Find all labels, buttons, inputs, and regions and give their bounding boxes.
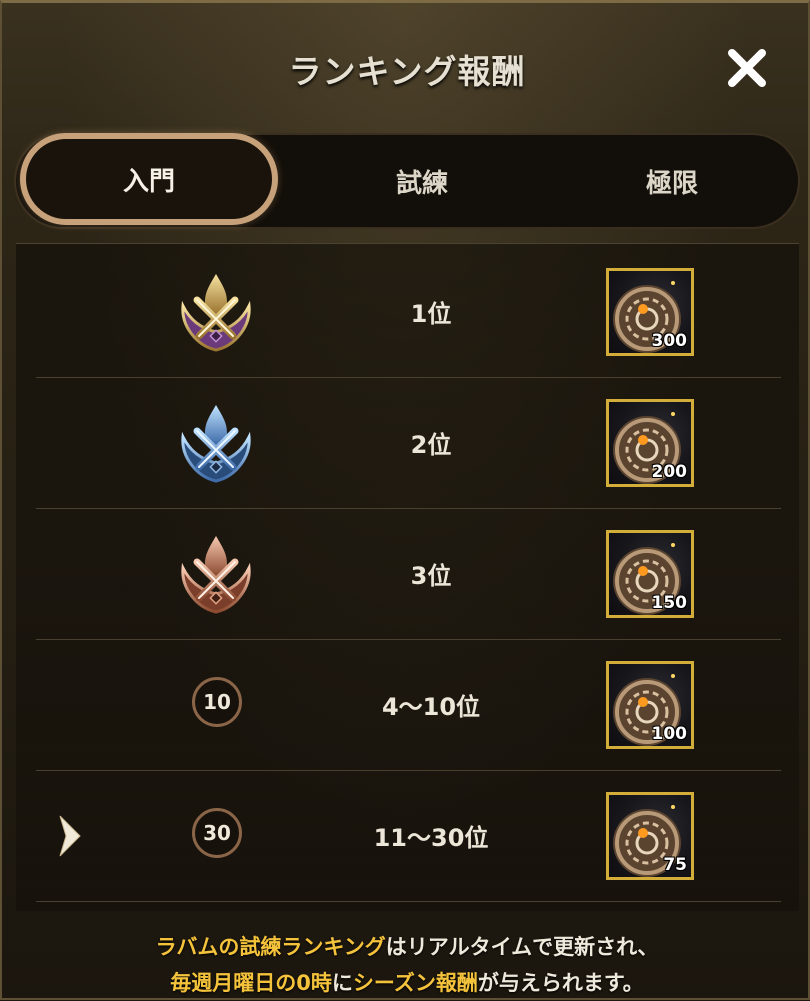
list-item: 10 4〜10位 100 [36, 639, 781, 771]
rank-badge: 10 [192, 677, 242, 727]
difficulty-tabs: 入門 試練 極限 [14, 133, 800, 229]
reward-item[interactable]: 100 [606, 661, 694, 749]
rank-label: 11〜30位 [373, 824, 489, 852]
list-item: 1位 300 [36, 246, 781, 378]
list-item: 2位 200 [36, 377, 781, 509]
reward-item[interactable]: 200 [606, 399, 694, 487]
ranking-reward-panel: ランキング報酬 入門 試練 極限 1位 300 2位 200 3位 150 10… [0, 0, 810, 1000]
reward-item[interactable]: 75 [606, 792, 694, 880]
reward-quantity: 200 [651, 462, 688, 482]
reward-quantity: 300 [651, 331, 688, 351]
rank-label: 2位 [410, 431, 452, 459]
rank-badge: 30 [192, 808, 242, 858]
notice-highlight: ラバムの試練ランキング [155, 935, 386, 959]
rank-label: 1位 [410, 300, 452, 328]
notice-highlight: 毎週月曜日の0時 [170, 971, 332, 995]
reward-item[interactable]: 150 [606, 530, 694, 618]
reward-quantity: 75 [663, 855, 687, 875]
list-item-current: 30 11〜30位 75 [36, 770, 781, 902]
reward-list[interactable]: 1位 300 2位 200 3位 150 10 4〜10位 100 30 11〜… [16, 243, 799, 911]
tab-extreme[interactable]: 極限 [546, 135, 798, 227]
rank-label: 4〜10位 [381, 693, 481, 721]
panel-title: ランキング報酬 [288, 52, 526, 91]
notice-highlight: シーズン報酬 [352, 971, 478, 995]
gold-crossed-swords-emblem-icon [181, 274, 251, 352]
blue-crossed-swords-emblem-icon [181, 405, 251, 483]
tab-beginner[interactable]: 入門 [20, 133, 278, 225]
close-button[interactable] [722, 43, 772, 93]
ranking-notice: ラバムの試練ランキングはリアルタイムで更新され、 毎週月曜日の0時にシーズン報酬… [2, 929, 810, 1001]
close-icon [728, 49, 766, 87]
reward-quantity: 150 [651, 593, 688, 613]
chevron-right-icon [59, 815, 81, 857]
notice-text: が与えられます。 [477, 971, 644, 995]
tab-trial[interactable]: 試練 [296, 135, 548, 227]
reward-item[interactable]: 300 [606, 268, 694, 356]
rank-label: 3位 [410, 562, 452, 590]
notice-line-1: ラバムの試練ランキングはリアルタイムで更新され、 [2, 929, 810, 965]
notice-line-2: 毎週月曜日の0時にシーズン報酬が与えられます。 [2, 965, 810, 1001]
notice-text: はリアルタイムで更新され、 [385, 935, 659, 959]
list-item: 3位 150 [36, 508, 781, 640]
notice-text: に [331, 971, 353, 995]
reward-quantity: 100 [651, 724, 688, 744]
copper-crossed-swords-emblem-icon [181, 536, 251, 614]
